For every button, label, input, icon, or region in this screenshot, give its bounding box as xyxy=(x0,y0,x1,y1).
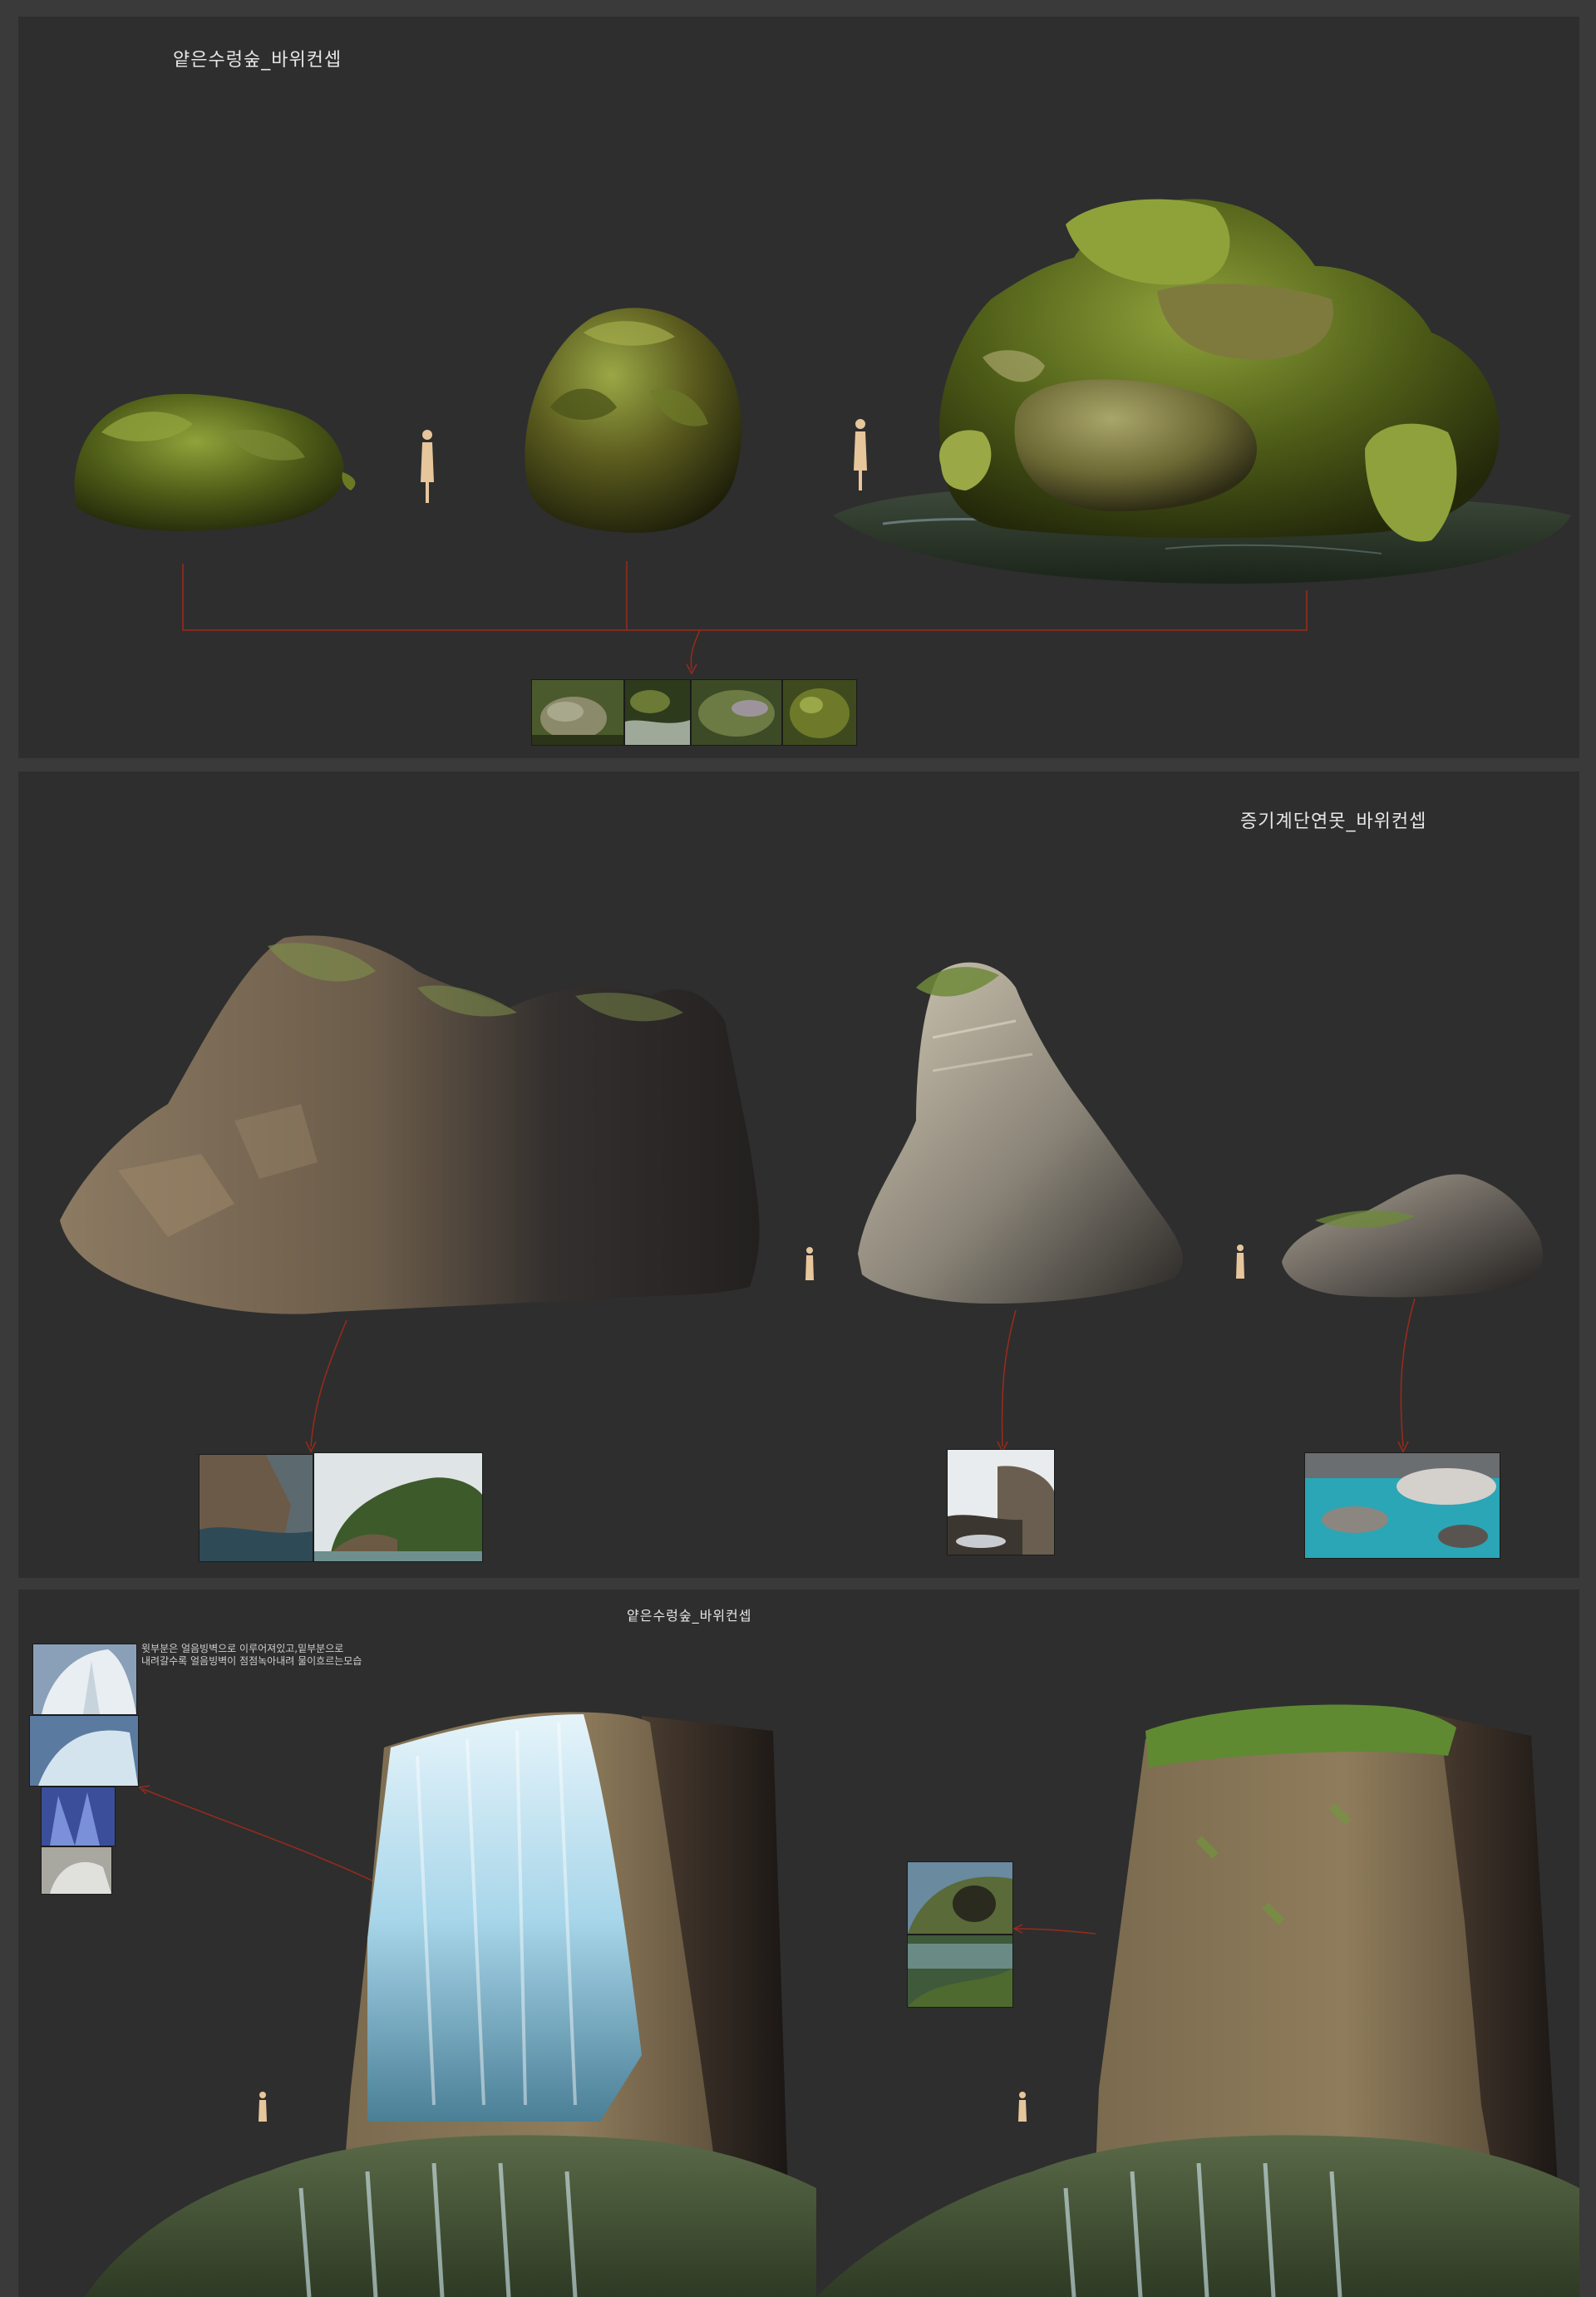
scale-figure xyxy=(259,2092,267,2122)
rock-small-moss xyxy=(74,393,356,531)
panel-waterfall-cliffs: 얕은수렁숲_바위컨셉 윗부분은 얼음빙벽으로 이루어져있고,밑부분으로 내려갈수… xyxy=(18,1590,1579,2297)
reference-connectors xyxy=(305,1298,1416,1453)
cliff-ice-waterfall xyxy=(85,1712,816,2297)
reference-photo xyxy=(948,1450,1054,1555)
panel-moss-rocks: 얕은수렁숲_바위컨셉 xyxy=(18,17,1579,758)
scale-figure xyxy=(421,430,434,503)
rock-round-moss xyxy=(525,308,742,533)
reference-photo xyxy=(625,680,690,745)
reference-photo xyxy=(314,1453,482,1561)
rock-small-coastal xyxy=(1282,1174,1543,1298)
reference-photo xyxy=(692,680,781,745)
moss-rock-concepts xyxy=(74,199,1571,675)
scale-figure xyxy=(805,1247,814,1280)
scale-figure xyxy=(854,419,867,490)
reference-photo xyxy=(1305,1453,1500,1558)
cliff-mossy-waterfall xyxy=(816,1704,1579,2297)
waterfall-cliff-concepts xyxy=(85,1704,1579,2297)
rock-large-cliff xyxy=(60,935,760,1314)
reference-photo xyxy=(783,680,856,745)
rock-cluster-moss xyxy=(833,199,1571,584)
scale-figure xyxy=(1018,2092,1027,2122)
reference-photo xyxy=(532,680,623,745)
panel-coastal-rocks: 증기계단연못_바위컨셉 xyxy=(18,771,1579,1578)
reference-photo xyxy=(200,1455,313,1561)
scale-figure xyxy=(1236,1245,1244,1279)
rock-spire xyxy=(858,962,1183,1304)
